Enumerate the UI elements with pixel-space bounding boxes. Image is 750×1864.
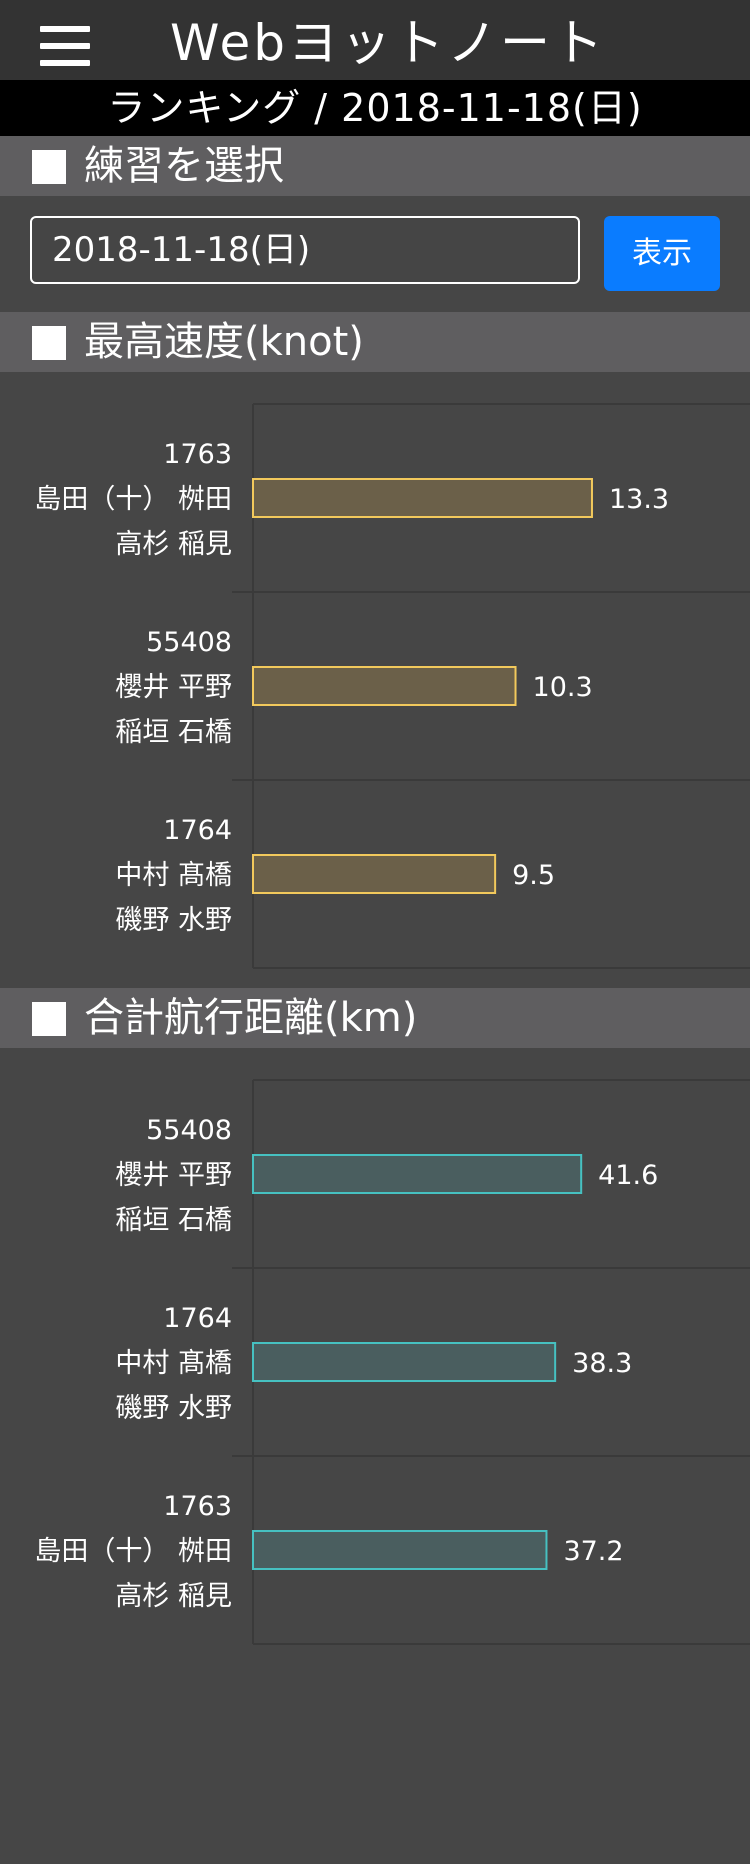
chart-data-label: 10.3 (533, 672, 593, 703)
app-header: Webヨットノート (0, 0, 750, 80)
chart-category-label: 高杉 稲見 (115, 529, 232, 560)
chart-data-label: 41.6 (598, 1160, 658, 1191)
chart-bar (252, 854, 497, 894)
square-bullet-icon (32, 1002, 66, 1036)
chart-category-label: 櫻井 平野 (115, 672, 232, 703)
chart-category-label: 中村 髙橋 (115, 860, 232, 891)
distance-section-title: 合計航行距離(km) (84, 995, 418, 1041)
show-button[interactable]: 表示 (604, 216, 720, 291)
menu-icon-line (40, 60, 90, 66)
speed-chart: 13.3 1763 島田（十） 桝田高杉 稲見 10.3 55408 櫻井 平野稲垣 石橋… (0, 372, 750, 988)
chart-category-label: 55408 (146, 627, 232, 658)
chart-data-label: 37.2 (563, 1536, 623, 1567)
practice-date-input[interactable]: 2018-11-18(日) (30, 216, 580, 284)
speed-chart-svg: 13.3 1763 島田（十） 桝田高杉 稲見 10.3 55408 櫻井 平野稲垣 石橋… (34, 403, 750, 969)
distance-chart-svg: 41.6 55408 櫻井 平野稲垣 石橋 38.3 1764 中村 髙橋磯野 水野 37.… (34, 1079, 750, 1645)
chart-bar (252, 1154, 583, 1194)
distance-chart: 41.6 55408 櫻井 平野稲垣 石橋 38.3 1764 中村 髙橋磯野 水野 37.… (0, 1048, 750, 1664)
chart-category-label: 高杉 稲見 (115, 1581, 232, 1612)
practice-select-title: 練習を選択 (84, 143, 284, 189)
menu-icon-line (40, 26, 90, 32)
speed-section-title: 最高速度(knot) (84, 319, 364, 365)
speed-section-header: 最高速度(knot) (0, 312, 750, 372)
chart-category-label: 島田（十） 桝田 (34, 484, 232, 515)
chart-data-label: 9.5 (512, 860, 555, 891)
chart-bar (252, 1342, 557, 1382)
chart-category-label: 1763 (163, 439, 232, 470)
page-subtitle: ランキング / 2018-11-18(日) (0, 80, 750, 136)
square-bullet-icon (32, 150, 66, 184)
practice-select-header: 練習を選択 (0, 136, 750, 196)
hamburger-menu-icon[interactable] (40, 26, 90, 66)
chart-category-label: 1764 (163, 815, 232, 846)
chart-category-label: 中村 髙橋 (115, 1348, 232, 1379)
chart-category-label: 稲垣 石橋 (115, 717, 232, 748)
menu-icon-line (40, 43, 90, 49)
chart-category-label: 55408 (146, 1115, 232, 1146)
chart-data-label: 38.3 (572, 1348, 632, 1379)
chart-category-label: 櫻井 平野 (115, 1160, 232, 1191)
chart-bar (252, 478, 593, 518)
distance-section-header: 合計航行距離(km) (0, 988, 750, 1048)
chart-category-label: 稲垣 石橋 (115, 1205, 232, 1236)
chart-category-label: 1764 (163, 1303, 232, 1334)
chart-bar (252, 666, 517, 706)
chart-category-label: 島田（十） 桝田 (34, 1536, 232, 1567)
chart-category-label: 磯野 水野 (115, 905, 232, 936)
chart-category-label: 磯野 水野 (115, 1393, 232, 1424)
chart-bar (252, 1530, 548, 1570)
chart-data-label: 13.3 (609, 484, 669, 515)
square-bullet-icon (32, 326, 66, 360)
app-title: Webヨットノート (170, 14, 607, 72)
chart-category-label: 1763 (163, 1491, 232, 1522)
